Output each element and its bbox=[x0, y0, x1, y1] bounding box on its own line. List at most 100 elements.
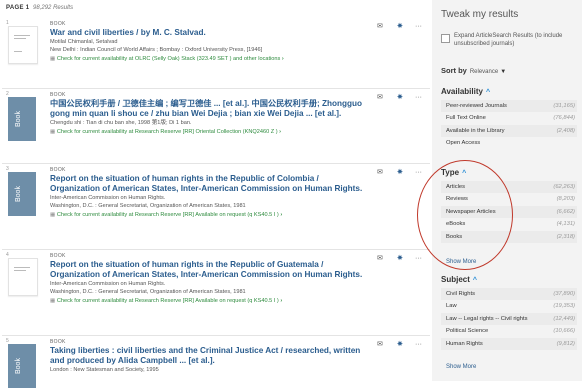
availability-location[interactable]: Stack (323.49 SET ) and other locations bbox=[181, 56, 280, 62]
availability-link[interactable]: Check for current availability at Resear… bbox=[57, 212, 194, 218]
facet-item[interactable]: Political Science (10,666) bbox=[441, 325, 577, 337]
record-type: BOOK bbox=[50, 167, 66, 173]
facet-item[interactable]: Law (19,353) bbox=[441, 300, 577, 312]
record-title[interactable]: War and civil liberties / by M. C. Stalv… bbox=[50, 28, 368, 38]
chevron-right-icon[interactable]: › bbox=[279, 129, 281, 135]
record-actions: ✉ ✷ ··· bbox=[377, 94, 427, 104]
book-thumbnail-label: Book bbox=[15, 186, 22, 202]
chevron-right-icon[interactable]: › bbox=[282, 56, 284, 62]
availability-facet-group: Availability ^ Peer-reviewed Journals (31,… bbox=[441, 87, 577, 150]
mail-icon[interactable]: ✉ bbox=[377, 255, 383, 263]
facet-item[interactable]: Available in the Library (2,408) bbox=[441, 124, 577, 138]
mail-icon[interactable]: ✉ bbox=[377, 169, 383, 177]
record-publisher: Washington, D.C. : General Secretariat, … bbox=[50, 288, 246, 295]
facet-item[interactable]: Open Access bbox=[441, 137, 577, 149]
facet-item[interactable]: Articles (62,263) bbox=[441, 181, 577, 194]
facet-item[interactable]: Newspaper Articles (6,662) bbox=[441, 205, 577, 219]
result-record: 4 BOOK Report on the situation of human … bbox=[2, 250, 430, 336]
more-options-icon[interactable]: ··· bbox=[415, 341, 422, 349]
record-thumbnail[interactable] bbox=[8, 258, 38, 296]
chevron-right-icon[interactable]: › bbox=[280, 212, 282, 218]
pin-icon[interactable]: ✷ bbox=[397, 341, 403, 349]
chevron-right-icon[interactable]: › bbox=[280, 298, 282, 304]
chevron-up-icon[interactable]: ^ bbox=[462, 170, 466, 177]
record-type: BOOK bbox=[50, 253, 66, 259]
pin-icon[interactable]: ✷ bbox=[397, 255, 403, 263]
sort-by-value[interactable]: Relevance bbox=[470, 69, 498, 75]
more-options-icon[interactable]: ··· bbox=[415, 255, 422, 263]
result-record: 3 Book BOOK Report on the situation of h… bbox=[2, 164, 430, 250]
more-options-icon[interactable]: ··· bbox=[415, 94, 422, 102]
availability-heading[interactable]: Availability ^ bbox=[441, 87, 577, 96]
facet-item[interactable]: Human Rights (9,812) bbox=[441, 337, 577, 350]
page-label: PAGE 1 bbox=[6, 5, 30, 11]
availability-link[interactable]: Check for current availability at Resear… bbox=[57, 129, 194, 135]
availability-line: ▦ Check for current availability at Rese… bbox=[50, 297, 368, 305]
record-title[interactable]: Taking liberties : civil liberties and t… bbox=[50, 346, 368, 366]
expand-results-label[interactable]: Expand ArticleSearch Results (to include… bbox=[454, 32, 578, 48]
record-type: BOOK bbox=[50, 21, 66, 27]
availability-link[interactable]: Check for current availability at OLRC (… bbox=[57, 56, 180, 62]
page-indicator: PAGE 1 98,292 Results bbox=[6, 5, 73, 11]
type-heading[interactable]: Type ^ bbox=[441, 168, 577, 177]
record-actions: ✉ ✷ ··· bbox=[377, 169, 427, 179]
pin-icon[interactable]: ✷ bbox=[397, 94, 403, 102]
availability-line: ▦ Check for current availability at Rese… bbox=[50, 211, 368, 219]
pin-icon[interactable]: ✷ bbox=[397, 169, 403, 177]
record-title[interactable]: Report on the situation of human rights … bbox=[50, 260, 368, 280]
facet-item[interactable]: Peer-reviewed Journals (31,165) bbox=[441, 100, 577, 113]
record-publisher: New Delhi : Indian Council of World Affa… bbox=[50, 46, 263, 53]
record-publisher: London : New Statesman and Society, 1995 bbox=[50, 366, 159, 373]
record-thumbnail[interactable] bbox=[8, 26, 38, 64]
facet-item[interactable]: Law -- Legal rights -- Civil rights (12,4… bbox=[441, 312, 577, 326]
facet-item[interactable]: Civil Rights (37,890) bbox=[441, 288, 577, 301]
record-actions: ✉ ✷ ··· bbox=[377, 341, 427, 351]
caret-down-icon[interactable]: ▼ bbox=[500, 69, 506, 75]
record-actions: ✉ ✷ ··· bbox=[377, 255, 427, 265]
record-author: Inter-American Commission on Human Right… bbox=[50, 280, 166, 287]
more-options-icon[interactable]: ··· bbox=[415, 169, 422, 177]
location-icon: ▦ bbox=[50, 211, 56, 218]
record-publisher: Chengdu shi : Tian di chu ban she, 1998 … bbox=[50, 119, 192, 126]
results-list: PAGE 1 98,292 Results 1 BOOK War and civ… bbox=[0, 0, 432, 388]
book-thumbnail-label: Book bbox=[15, 358, 22, 374]
facet-item[interactable]: Reviews (8,203) bbox=[441, 193, 577, 205]
record-thumbnail[interactable]: Book bbox=[8, 344, 36, 388]
facet-item[interactable]: Full Text Online (76,844) bbox=[441, 112, 577, 124]
record-thumbnail[interactable]: Book bbox=[8, 172, 36, 216]
mail-icon[interactable]: ✉ bbox=[377, 341, 383, 349]
mail-icon[interactable]: ✉ bbox=[377, 94, 383, 102]
chevron-up-icon[interactable]: ^ bbox=[473, 277, 477, 284]
location-icon: ▦ bbox=[50, 128, 56, 135]
availability-line: ▦ Check for current availability at Rese… bbox=[50, 128, 368, 136]
sidebar-title: Tweak my results bbox=[441, 9, 519, 20]
type-show-more-link[interactable]: Show More bbox=[446, 259, 476, 265]
expand-results-checkbox[interactable] bbox=[441, 34, 450, 43]
book-thumbnail-label: Book bbox=[15, 111, 22, 127]
record-type: BOOK bbox=[50, 339, 66, 345]
subject-show-more-link[interactable]: Show More bbox=[446, 364, 476, 370]
record-author: Motilal Chimanlal, Setalvad bbox=[50, 38, 118, 45]
subject-facet-group: Subject ^ Civil Rights (37,890) Law (19,353… bbox=[441, 275, 577, 350]
facet-item[interactable]: Books (2,318) bbox=[441, 230, 577, 243]
record-title[interactable]: 中国公民权利手册 / 卫德佳主编 ; 编写卫德佳 ... [et al.]. 中… bbox=[50, 99, 368, 119]
mail-icon[interactable]: ✉ bbox=[377, 23, 383, 31]
more-options-icon[interactable]: ··· bbox=[415, 23, 422, 31]
record-thumbnail[interactable]: Book bbox=[8, 97, 36, 141]
facet-item[interactable]: eBooks (4,131) bbox=[441, 218, 577, 230]
sort-by-label: Sort by bbox=[441, 66, 467, 75]
tweak-results-sidebar: Tweak my results Expand ArticleSearch Re… bbox=[432, 0, 582, 381]
chevron-up-icon[interactable]: ^ bbox=[486, 89, 490, 96]
record-type: BOOK bbox=[50, 92, 66, 98]
record-title[interactable]: Report on the situation of human rights … bbox=[50, 174, 368, 194]
availability-location[interactable]: Available on request (q KS40.5 I ) bbox=[195, 298, 279, 304]
availability-location[interactable]: Oriental Collection (KNQ2460 Z ) bbox=[196, 129, 278, 135]
subject-heading[interactable]: Subject ^ bbox=[441, 275, 577, 284]
result-record: 1 BOOK War and civil liberties / by M. C… bbox=[2, 18, 430, 89]
availability-location[interactable]: Available on request (q KS40.5 I ) bbox=[195, 212, 279, 218]
pin-icon[interactable]: ✷ bbox=[397, 23, 403, 31]
location-icon: ▦ bbox=[50, 297, 56, 304]
availability-link[interactable]: Check for current availability at Resear… bbox=[57, 298, 194, 304]
sort-by-control[interactable]: Sort by Relevance ▼ bbox=[441, 66, 506, 75]
location-icon: ▦ bbox=[50, 55, 56, 62]
